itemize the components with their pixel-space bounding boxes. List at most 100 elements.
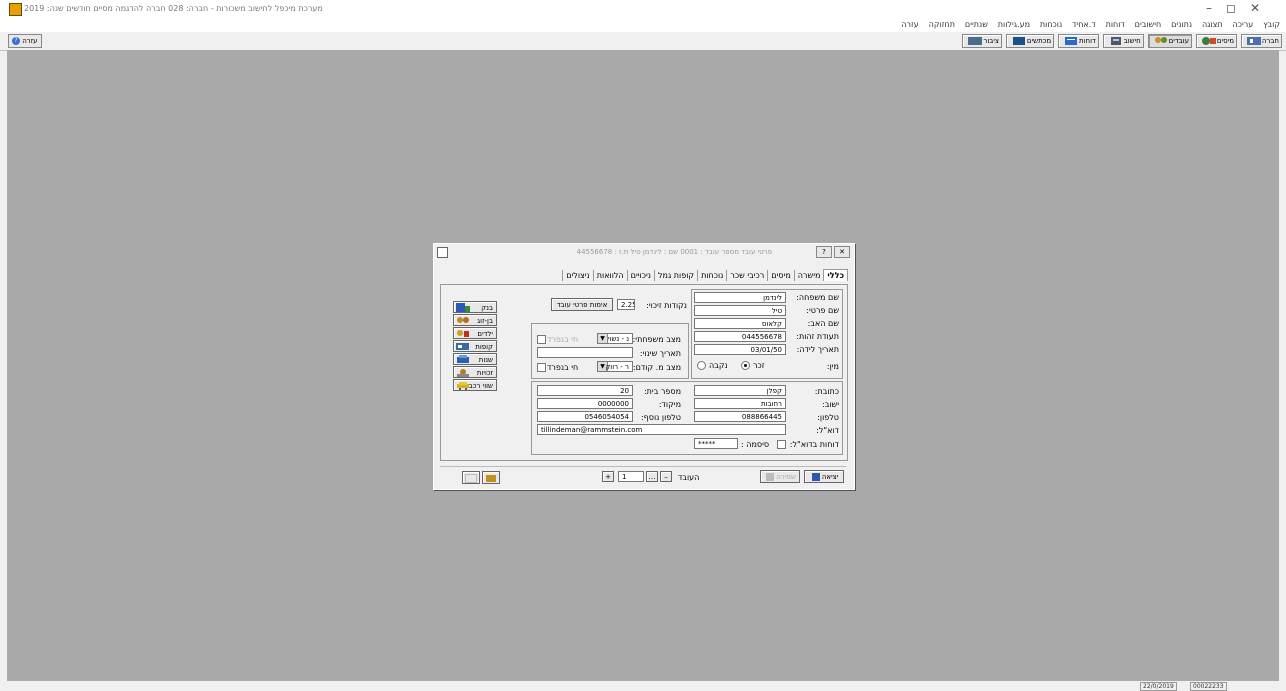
funds-button[interactable]: קופות — [453, 340, 497, 352]
email-reports-label: דוחות בדוא"ל: — [789, 440, 839, 449]
marital-status-select[interactable]: ▼ נ - נשוי — [597, 333, 633, 344]
dialog-title-bar: פרטי עובד מספר עובד : 0001 שם : לינדמן ט… — [434, 244, 854, 260]
years-button[interactable]: שנות — [453, 353, 497, 365]
tab-loans[interactable]: הלוואות — [592, 270, 627, 281]
verify-employee-button[interactable]: אימות פרטי עובד — [551, 298, 613, 311]
menu-maintenance[interactable]: תחזוקה — [929, 20, 955, 29]
toolbar-taxes-button[interactable]: מיסים — [1195, 34, 1237, 48]
menu-edit[interactable]: עריכה — [1233, 20, 1254, 29]
address-field[interactable]: קפלן — [694, 385, 786, 396]
public-icon — [968, 37, 983, 45]
employee-number-field[interactable]: 1 — [618, 471, 644, 482]
employee-navigator-label: העובד — [678, 473, 700, 482]
last-name-field[interactable]: לינדמן — [694, 292, 786, 303]
rights-button[interactable]: זכויות — [453, 366, 497, 378]
email-field[interactable]: tillindeman@rammstein.com — [537, 424, 786, 435]
previous-status-select[interactable]: ▼ ר - רווק — [597, 361, 633, 372]
change-date-label: תאריך שינוי: — [639, 349, 681, 358]
city-field[interactable]: רחובות — [694, 398, 786, 409]
father-name-field[interactable]: קלאוס — [694, 318, 786, 329]
menu-view[interactable]: תצוגה — [1202, 20, 1223, 29]
menu-reports[interactable]: דוחות — [1106, 20, 1125, 29]
house-number-field[interactable]: 20 — [537, 385, 633, 396]
tab-absences[interactable]: ניצולים — [562, 270, 593, 281]
exit-icon — [811, 473, 820, 481]
toolbar-company-button[interactable]: חברה — [1240, 34, 1282, 48]
birth-date-field[interactable]: 03/01/50 — [694, 344, 786, 355]
credit-points-field[interactable]: 2.25 — [617, 299, 635, 310]
id-number-field[interactable]: 044556678 — [694, 331, 786, 342]
bank-button[interactable]: בנק — [453, 301, 497, 313]
separated-checkbox[interactable] — [537, 335, 546, 344]
prev-employee-button[interactable]: – — [660, 471, 672, 482]
employee-list-button[interactable]: … — [646, 471, 658, 482]
menu-file[interactable]: קובץ — [1263, 20, 1280, 29]
phone-label: טלפון: — [817, 413, 839, 422]
dialog-title: פרטי עובד מספר עובד : 0001 שם : לינדמן ט… — [576, 248, 772, 256]
change-date-field[interactable] — [537, 347, 633, 358]
car-value-button[interactable]: שווי רכב — [453, 379, 497, 391]
close-icon[interactable]: ✕ — [1250, 1, 1274, 15]
menu-unified[interactable]: ד.אחיד — [1072, 20, 1096, 29]
tab-deductions[interactable]: ניכויים — [626, 270, 654, 281]
menu-rollovers[interactable]: מע.גילוות — [998, 20, 1030, 29]
gender-label: מין: — [826, 362, 839, 371]
tab-position[interactable]: מישרה — [793, 270, 824, 281]
save-button[interactable]: שמירה — [760, 470, 800, 483]
tab-attendance[interactable]: נוכחות — [697, 270, 726, 281]
phone2-field[interactable]: 0546054054 — [537, 411, 633, 422]
first-name-label: שם פרטי: — [806, 306, 839, 315]
employee-search-button[interactable] — [482, 471, 500, 484]
menu-annual[interactable]: שנתיים — [965, 20, 988, 29]
tab-general[interactable]: כללי — [823, 269, 848, 281]
menu-data[interactable]: נתונים — [1171, 20, 1192, 29]
toolbar-employees-button[interactable]: עובדים — [1147, 34, 1193, 48]
tab-salary-components[interactable]: רכיבי שכר — [726, 270, 767, 281]
email-reports-checkbox[interactable] — [777, 440, 786, 449]
zip-field[interactable]: 0000000 — [537, 398, 633, 409]
marital-status-label: מצב משפחתי: — [632, 335, 681, 344]
people-icon — [486, 474, 496, 482]
gender-female-radio[interactable] — [697, 361, 706, 370]
menu-calculations[interactable]: חישובים — [1135, 20, 1162, 29]
next-employee-button[interactable]: + — [602, 471, 614, 482]
status-date: 22/0/2019 — [1140, 682, 1177, 691]
window-title: מערכת מיכפל לחישוב משכורות - חברה: 028 ח… — [24, 4, 323, 13]
city-label: ישוב: — [822, 400, 839, 409]
employee-details-dialog: פרטי עובד מספר עובד : 0001 שם : לינדמן ט… — [433, 243, 855, 490]
gender-female-label: נקבה — [709, 361, 728, 370]
exit-button[interactable]: יציאה — [804, 470, 844, 483]
phone-field[interactable]: 088866445 — [694, 411, 786, 422]
gender-male-radio[interactable] — [741, 361, 750, 370]
toolbar-reports-button[interactable]: דוחות — [1058, 34, 1099, 48]
last-name-label: שם משפחה: — [796, 293, 839, 302]
menu-attendance[interactable]: נוכחות — [1040, 20, 1062, 29]
password-field[interactable]: ***** — [694, 438, 738, 449]
toolbar-calculation-button[interactable]: חישוב — [1102, 34, 1144, 48]
toolbar: חברה מיסים עובדים חישוב דוחות מכתשים ציב… — [0, 32, 1286, 51]
dialog-close-icon[interactable]: ✕ — [834, 246, 850, 258]
prev-separated-checkbox[interactable] — [537, 363, 546, 372]
tab-provident-funds[interactable]: קופות גמל — [653, 270, 697, 281]
dialog-help-icon[interactable]: ? — [816, 246, 832, 258]
status-code: 00022233 — [1190, 682, 1227, 691]
spouse-button[interactable]: בן-זוג — [453, 314, 497, 326]
company-icon — [1246, 37, 1261, 45]
children-icon — [457, 330, 469, 337]
disabled-action-button[interactable] — [462, 471, 480, 484]
credit-points-label: נקודות זיכוי: — [646, 301, 687, 310]
children-button[interactable]: ילדים — [453, 327, 497, 339]
checks-icon — [1012, 37, 1025, 45]
app-icon — [9, 3, 22, 16]
help-icon: ? — [12, 37, 20, 45]
help-button[interactable]: ? עזרה — [8, 34, 42, 48]
toolbar-checks-button[interactable]: מכתשים — [1005, 34, 1055, 48]
first-name-field[interactable]: טיל — [694, 305, 786, 316]
window-controls[interactable]: –◻✕ — [1206, 1, 1274, 15]
tab-taxes[interactable]: מיסים — [767, 270, 794, 281]
toolbar-public-button[interactable]: ציבור — [962, 34, 1003, 48]
maximize-icon[interactable]: ◻ — [1226, 1, 1250, 15]
minimize-icon[interactable]: – — [1206, 1, 1226, 15]
menu-help[interactable]: עזרה — [901, 20, 919, 29]
password-label: סיסמה : — [741, 440, 770, 449]
